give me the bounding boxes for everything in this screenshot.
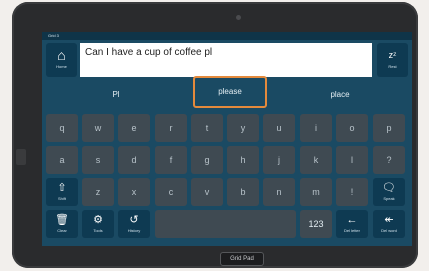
history-label: History	[127, 228, 141, 233]
home-label: Home	[56, 64, 67, 69]
app-screen: Grid 3 ⌂ Home Can I have a cup of coffee…	[42, 32, 412, 246]
key-x[interactable]: x	[118, 178, 150, 206]
del-letter-label: Del letter	[343, 228, 360, 233]
prediction-2[interactable]: please	[193, 76, 267, 108]
key-w[interactable]: w	[82, 114, 114, 142]
key-z[interactable]: z	[82, 178, 114, 206]
key-d[interactable]: d	[118, 146, 150, 174]
history-button[interactable]: ↺ History	[118, 210, 150, 238]
message-bar[interactable]: Can I have a cup of coffee pl	[80, 43, 372, 77]
key-j[interactable]: j	[263, 146, 295, 174]
clear-button[interactable]: 🗑 Clear	[46, 210, 78, 238]
double-backspace-icon: ↞	[384, 214, 394, 226]
shift-button[interactable]: ⇧ Shift	[46, 178, 78, 206]
del-word-button[interactable]: ↞ Del word	[373, 210, 405, 238]
key-e[interactable]: e	[118, 114, 150, 142]
zzz-icon: zᶻ	[388, 50, 397, 60]
speak-button[interactable]: 🗨 Speak	[373, 178, 405, 206]
tools-label: Tools	[93, 228, 103, 233]
key-o[interactable]: o	[336, 114, 368, 142]
key-s[interactable]: s	[82, 146, 114, 174]
key-u[interactable]: u	[263, 114, 295, 142]
key-exclaim[interactable]: !	[336, 178, 368, 206]
key-m[interactable]: m	[300, 178, 332, 206]
trash-icon: 🗑	[55, 214, 69, 226]
speech-bubble-icon: 🗨	[382, 182, 396, 194]
del-letter-button[interactable]: ← Del letter	[336, 210, 368, 238]
key-i[interactable]: i	[300, 114, 332, 142]
key-k[interactable]: k	[300, 146, 332, 174]
del-word-label: Del word	[381, 228, 397, 233]
shift-label: Shift	[57, 196, 66, 201]
rest-label: Rest	[388, 64, 397, 69]
key-p[interactable]: p	[373, 114, 405, 142]
speak-label: Speak	[383, 196, 395, 201]
home-icon: ⌂	[57, 47, 66, 63]
key-q[interactable]: q	[46, 114, 78, 142]
device-brand-badge: Grid Pad	[220, 252, 264, 266]
numbers-button[interactable]: 123	[300, 210, 332, 238]
history-icon: ↺	[129, 214, 139, 226]
gear-icon: ⚙	[93, 214, 103, 226]
clear-label: Clear	[57, 228, 67, 233]
key-b[interactable]: b	[227, 178, 259, 206]
key-h[interactable]: h	[227, 146, 259, 174]
prediction-3[interactable]: place	[310, 84, 370, 106]
tools-button[interactable]: ⚙ Tools	[82, 210, 114, 238]
key-y[interactable]: y	[227, 114, 259, 142]
key-c[interactable]: c	[155, 178, 187, 206]
rest-button[interactable]: zᶻ Rest	[377, 43, 408, 77]
key-t[interactable]: t	[191, 114, 223, 142]
prediction-1[interactable]: Pl	[86, 84, 146, 106]
window-title: Grid 3	[42, 32, 412, 40]
key-r[interactable]: r	[155, 114, 187, 142]
key-f[interactable]: f	[155, 146, 187, 174]
home-button[interactable]: ⌂ Home	[46, 43, 77, 77]
shift-arrow-icon: ⇧	[57, 182, 67, 194]
key-question[interactable]: ?	[373, 146, 405, 174]
camera-dot	[236, 15, 241, 20]
key-v[interactable]: v	[191, 178, 223, 206]
key-g[interactable]: g	[191, 146, 223, 174]
key-l[interactable]: l	[336, 146, 368, 174]
key-n[interactable]: n	[263, 178, 295, 206]
space-bar[interactable]	[155, 210, 296, 238]
side-button	[16, 149, 26, 165]
backspace-arrow-icon: ←	[346, 214, 358, 226]
key-a[interactable]: a	[46, 146, 78, 174]
